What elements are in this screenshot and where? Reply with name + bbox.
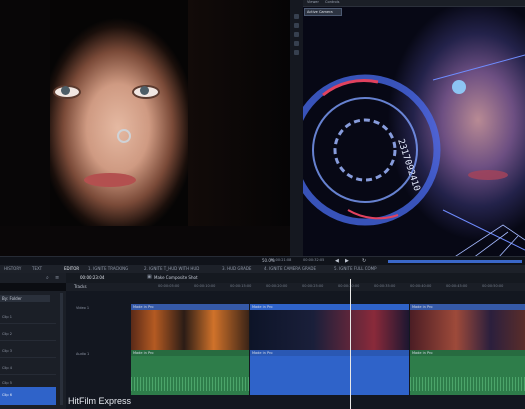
hud-ring-inner — [333, 118, 397, 182]
iris-left — [61, 86, 70, 95]
media-list-item[interactable]: Clip 4 — [0, 364, 56, 375]
loop-icon[interactable]: ↻ — [362, 258, 366, 264]
list-view-icon[interactable]: ≡ — [55, 275, 59, 281]
audio-waveform — [410, 377, 525, 391]
select-tool-icon[interactable] — [294, 14, 299, 19]
mouth — [84, 173, 136, 187]
search-icon[interactable]: ⌕ — [46, 275, 49, 281]
ruler-tick: 00:00:10:00 — [194, 284, 216, 288]
viewer-right: Viewer Controls Active Camera 2317092410 — [303, 0, 525, 258]
timeline-timecode[interactable]: 00:00:23:04 — [80, 275, 104, 280]
video-clip-selected[interactable]: Made in Pro — [250, 304, 409, 350]
hud-eye-glow — [452, 80, 466, 94]
panel-tabs: HISTORY TEXT EDITOR 1. IGNITE TRACKING 2… — [0, 265, 525, 273]
audio-clip-title: Made in Pro — [250, 350, 409, 356]
hud-grid — [452, 224, 525, 258]
iris-right — [140, 86, 149, 95]
media-list-item-selected[interactable]: Clip 6 — [0, 387, 56, 405]
hud-line-1 — [432, 54, 525, 81]
ruler-tick: 00:00:35:00 — [374, 284, 396, 288]
media-list-label: Clip 5 — [2, 381, 12, 385]
media-list-label: Clip 6 — [2, 393, 12, 397]
make-composite-button[interactable]: Make Composite Shot — [154, 275, 198, 280]
tab-editor[interactable]: EDITOR — [64, 266, 79, 272]
ruler-tick: 00:00:05:00 — [158, 284, 180, 288]
sort-dropdown[interactable]: By: Folder — [0, 295, 50, 302]
media-panel-scrollbar[interactable] — [60, 293, 63, 405]
ruler-tick: 00:00:25:00 — [302, 284, 324, 288]
timeline-tracks: Video 1 Audio 1 Made in Pro Made in Pro … — [66, 291, 525, 409]
media-panel: By: Folder Clip 1 Clip 2 Clip 3 Clip 4 C… — [0, 291, 67, 409]
nose-ring — [117, 129, 131, 143]
viewer-scrub-bar[interactable] — [388, 260, 522, 263]
video-track-label: Video 1 — [76, 306, 90, 310]
media-list-label: Clip 3 — [2, 349, 12, 353]
viewer-left — [0, 0, 290, 258]
audio-clip-title: Made in Pro — [410, 350, 525, 356]
timecode-right: 00:00:32:05 — [303, 258, 325, 262]
video-clip-title: Made in Pro — [131, 304, 249, 310]
ruler-tick: 00:00:40:00 — [410, 284, 432, 288]
video-clip[interactable]: Made in Pro — [131, 304, 249, 350]
watermark: HitFilm Express — [68, 396, 132, 406]
ruler-tick: 00:00:20:00 — [266, 284, 288, 288]
tab-text[interactable]: TEXT — [32, 266, 42, 272]
media-list-label: Clip 2 — [2, 332, 12, 336]
hud-line-2 — [442, 209, 525, 251]
ruler-tick: 00:00:15:00 — [230, 284, 252, 288]
rotate-tool-icon[interactable] — [294, 50, 299, 55]
playhead[interactable] — [350, 279, 351, 409]
media-list-item[interactable]: Clip 2 — [0, 330, 56, 341]
ruler-tick: 00:00:45:00 — [446, 284, 468, 288]
tracks-header: Tracks — [74, 284, 87, 289]
tab-ignite-full-comp[interactable]: 5. IGNITE FULL COMP — [334, 266, 377, 272]
media-list-item[interactable]: Clip 1 — [0, 313, 56, 324]
media-list-label: Clip 4 — [2, 366, 12, 370]
tab-ignite-camera-grade[interactable]: 4. IGNITE CAMERA GRADE — [264, 266, 316, 272]
viewer-toolstrip — [290, 0, 303, 258]
tab-history[interactable]: HISTORY — [4, 266, 21, 272]
video-clip[interactable]: Made in Pro — [410, 304, 525, 350]
move-tool-icon[interactable] — [294, 23, 299, 28]
composite-icon[interactable]: ▣ — [147, 274, 152, 280]
play-button-icon[interactable]: ▶ — [345, 258, 349, 264]
left-panel-toolbar: ⌕ ≡ — [0, 273, 66, 283]
video-clip-title: Made in Pro — [250, 304, 409, 310]
sort-label: By: Folder — [2, 296, 22, 301]
zoom-tool-icon[interactable] — [294, 41, 299, 46]
ruler-tick: 00:00:50:00 — [482, 284, 504, 288]
pan-tool-icon[interactable] — [294, 32, 299, 37]
editor-toolbar: ⌕ ≡ 00:00:23:04 ▣ Make Composite Shot — [0, 273, 525, 283]
tab-ignite-tracking[interactable]: 1. IGNITE TRACKING — [88, 266, 128, 272]
video-clip-title: Made in Pro — [410, 304, 525, 310]
audio-clip[interactable]: Made in Pro — [131, 350, 249, 395]
ruler-tick: 00:00:30:00 — [338, 284, 360, 288]
timecode-left: 00:00:21:08 — [270, 258, 292, 262]
media-list-item[interactable]: Clip 3 — [0, 347, 56, 358]
hair-right — [188, 0, 290, 258]
mouth-right — [468, 170, 508, 180]
hud-overlay: 2317092410 — [303, 54, 525, 258]
audio-track-label: Audio 1 — [76, 352, 90, 356]
step-back-icon[interactable]: ◀ — [335, 258, 339, 264]
hair-left — [0, 0, 50, 258]
tab-hud-grade[interactable]: 3. HUD GRADE — [222, 266, 251, 272]
shirt — [0, 226, 290, 258]
tab-ignite-hud[interactable]: 2. IGNITE T_HUD WITH HUD — [144, 266, 199, 272]
audio-waveform — [131, 377, 249, 391]
media-list-label: Clip 1 — [2, 315, 12, 319]
audio-clip-title: Made in Pro — [131, 350, 249, 356]
audio-clip-selected[interactable]: Made in Pro — [250, 350, 409, 395]
audio-clip[interactable]: Made in Pro — [410, 350, 525, 395]
